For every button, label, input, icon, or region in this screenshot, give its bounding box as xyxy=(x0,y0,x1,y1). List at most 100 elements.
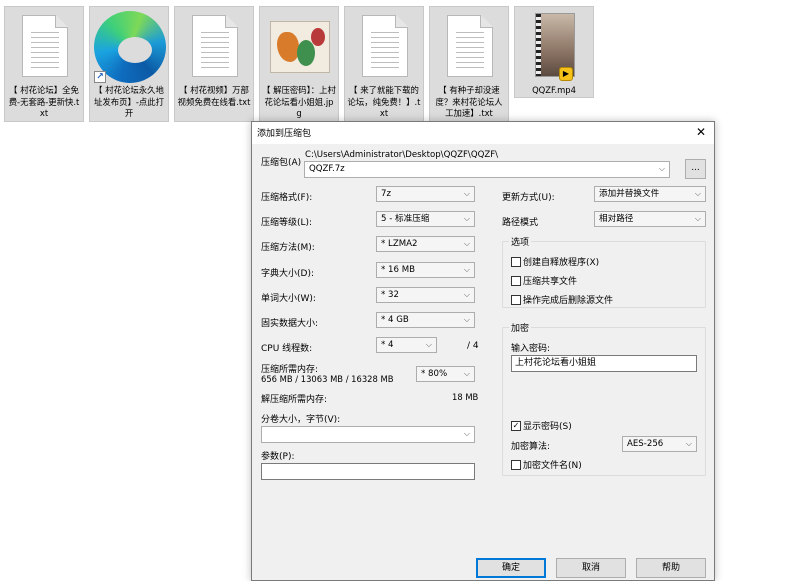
desktop-shortcut-edge[interactable]: ↗ 【 村花论坛永久地址发布页】-点此打开 xyxy=(89,6,169,122)
checkbox-box xyxy=(511,459,521,470)
word-value: * 32 xyxy=(381,290,399,300)
method-label: 压缩方法(M): xyxy=(261,243,315,253)
chevron-down-icon: ⌵ xyxy=(463,315,470,324)
solid-label: 固实数据大小: xyxy=(261,319,319,329)
password-label: 输入密码: xyxy=(511,344,551,354)
word-select[interactable]: * 32 ⌵ xyxy=(376,287,475,303)
file-caption: 【 村花论坛永久地址发布页】-点此打开 xyxy=(93,85,165,118)
desktop-file-txt-3[interactable]: 【 来了就能下载的论坛，纯免费！】.txt xyxy=(344,6,424,122)
desktop-file-txt-2[interactable]: 【 村花视频】万部视频免费在线看.txt xyxy=(174,6,254,122)
enc-method-value: AES-256 xyxy=(627,439,664,449)
word-label: 单词大小(W): xyxy=(261,294,316,304)
password-input[interactable]: 上村花论坛看小姐姐 xyxy=(511,355,697,372)
sfx-checkbox[interactable]: 创建自释放程序(X) xyxy=(511,255,599,268)
pathmode-select[interactable]: 相对路径 ⌵ xyxy=(594,211,706,227)
enc-method-select[interactable]: AES-256 ⌵ xyxy=(622,436,697,452)
encryption-group: 加密 输入密码: 上村花论坛看小姐姐 ✓ 显示密码(S) 加密算法: AES-25… xyxy=(502,321,706,476)
dialog-titlebar: 添加到压缩包 ✕ xyxy=(252,122,714,144)
archive-name-combo[interactable]: QQZF.7z ⌵ xyxy=(304,161,670,178)
encrypt-names-label: 加密文件名(N) xyxy=(523,461,582,471)
encrypt-names-checkbox[interactable]: 加密文件名(N) xyxy=(511,458,582,471)
update-select[interactable]: 添加并替换文件 ⌵ xyxy=(594,186,706,202)
file-caption: QQZF.mp4 xyxy=(532,85,576,95)
format-value: 7z xyxy=(381,189,391,199)
dict-label: 字典大小(D): xyxy=(261,269,314,279)
archive-label: 压缩包(A) xyxy=(261,158,302,168)
shared-label: 压缩共享文件 xyxy=(523,277,578,287)
shortcut-arrow-icon: ↗ xyxy=(94,71,106,83)
dialog-title: 添加到压缩包 xyxy=(257,129,312,139)
chevron-down-icon: ⌵ xyxy=(685,439,692,448)
dict-select[interactable]: * 16 MB ⌵ xyxy=(376,262,475,278)
mem-comp-value: 656 MB / 13063 MB / 16328 MB xyxy=(261,374,394,384)
mem-pct-select[interactable]: * 80% ⌵ xyxy=(416,366,475,382)
cpu-total: / 4 xyxy=(467,341,479,351)
chevron-down-icon: ⌵ xyxy=(425,340,432,349)
cpu-value: * 4 xyxy=(381,340,394,350)
cpu-select[interactable]: * 4 ⌵ xyxy=(376,337,437,353)
check-icon: ✓ xyxy=(511,420,521,431)
method-value: * LZMA2 xyxy=(381,239,418,249)
mem-pct-value: * 80% xyxy=(421,369,448,379)
split-combo[interactable]: ⌵ xyxy=(261,426,475,443)
enc-method-label: 加密算法: xyxy=(511,442,551,452)
video-player-icon: ▶ xyxy=(559,67,573,81)
params-label: 参数(P): xyxy=(261,452,295,462)
help-button[interactable]: 帮助 xyxy=(636,558,706,578)
desktop-file-txt-4[interactable]: 【 有种子却没速度？来村花论坛人工加速】.txt xyxy=(429,6,509,122)
chevron-down-icon: ⌵ xyxy=(463,214,470,223)
file-caption: 【 村花视频】万部视频免费在线看.txt xyxy=(177,85,251,107)
delete-source-label: 操作完成后删除源文件 xyxy=(523,296,614,306)
options-group: 选项 创建自释放程序(X) 压缩共享文件 操作完成后删除源文件 xyxy=(502,235,706,308)
chevron-down-icon: ⌵ xyxy=(463,429,470,438)
close-icon[interactable]: ✕ xyxy=(688,122,714,144)
archive-name-value: QQZF.7z xyxy=(309,164,345,174)
split-label: 分卷大小，字节(V): xyxy=(261,415,341,425)
mem-decomp-value: 18 MB xyxy=(452,392,479,402)
chevron-down-icon: ⌵ xyxy=(694,189,701,198)
desktop-file-txt-1[interactable]: 【 村花论坛】全免费-无套路-更新快.txt xyxy=(4,6,84,122)
add-to-archive-dialog: 添加到压缩包 ✕ 压缩包(A) C:\Users\Administrator\D… xyxy=(251,121,715,581)
level-value: 5 - 标准压缩 xyxy=(381,214,430,224)
desktop-file-mp4[interactable]: ▶ QQZF.mp4 xyxy=(514,6,594,98)
cancel-button[interactable]: 取消 xyxy=(556,558,626,578)
ok-button[interactable]: 确定 xyxy=(476,558,546,578)
level-label: 压缩等级(L): xyxy=(261,218,313,228)
delete-source-checkbox[interactable]: 操作完成后删除源文件 xyxy=(511,293,613,306)
level-select[interactable]: 5 - 标准压缩 ⌵ xyxy=(376,211,475,227)
mem-decomp-label: 解压缩所需内存: xyxy=(261,395,328,405)
update-value: 添加并替换文件 xyxy=(599,189,660,199)
file-caption: 【 村花论坛】全免费-无套路-更新快.txt xyxy=(8,85,80,118)
dict-value: * 16 MB xyxy=(381,265,416,275)
image-thumbnail xyxy=(260,11,338,83)
chevron-down-icon: ⌵ xyxy=(694,214,701,223)
pathmode-label: 路径模式 xyxy=(502,218,539,228)
shared-checkbox[interactable]: 压缩共享文件 xyxy=(511,274,577,287)
options-title: 选项 xyxy=(509,235,532,248)
desktop-file-jpg[interactable]: 【 解压密码】：上村花论坛看小姐姐.jpg xyxy=(259,6,339,122)
browse-button[interactable]: ... xyxy=(685,159,706,179)
chevron-down-icon: ⌵ xyxy=(463,189,470,198)
chevron-down-icon: ⌵ xyxy=(463,265,470,274)
chevron-down-icon: ⌵ xyxy=(463,369,470,378)
method-select[interactable]: * LZMA2 ⌵ xyxy=(376,236,475,252)
file-caption: 【 有种子却没速度？来村花论坛人工加速】.txt xyxy=(435,85,503,118)
text-file-icon xyxy=(5,11,83,83)
show-password-checkbox[interactable]: ✓ 显示密码(S) xyxy=(511,419,572,432)
checkbox-box xyxy=(511,294,521,305)
checkbox-box xyxy=(511,256,521,267)
checkbox-box xyxy=(511,275,521,286)
solid-value: * 4 GB xyxy=(381,315,409,325)
sfx-label: 创建自释放程序(X) xyxy=(523,258,600,268)
encryption-title: 加密 xyxy=(509,321,532,334)
cpu-label: CPU 线程数: xyxy=(261,344,313,354)
video-thumbnail: ▶ xyxy=(515,11,593,83)
solid-select[interactable]: * 4 GB ⌵ xyxy=(376,312,475,328)
archive-path: C:\Users\Administrator\Desktop\QQZF\QQZF… xyxy=(305,150,499,160)
file-caption: 【 来了就能下载的论坛，纯免费！】.txt xyxy=(347,85,421,118)
format-select[interactable]: 7z ⌵ xyxy=(376,186,475,202)
chevron-down-icon: ⌵ xyxy=(658,164,665,173)
update-label: 更新方式(U): xyxy=(502,193,555,203)
chevron-down-icon: ⌵ xyxy=(463,239,470,248)
params-input[interactable] xyxy=(261,463,475,480)
